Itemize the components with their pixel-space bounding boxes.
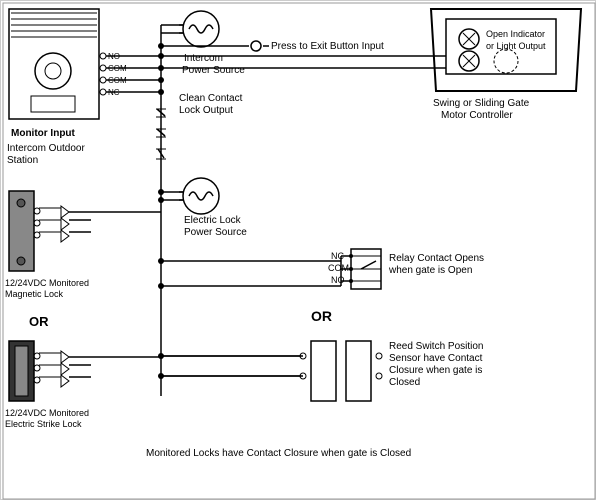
wiring-diagram: NO COM COM NC Monitor Input Intercom Out… — [0, 0, 596, 500]
svg-text:Relay Contact Opens: Relay Contact Opens — [389, 253, 484, 264]
svg-text:Electric Strike Lock: Electric Strike Lock — [5, 419, 82, 429]
svg-text:NO: NO — [331, 275, 345, 285]
svg-text:Lock Output: Lock Output — [179, 105, 233, 116]
svg-text:Open Indicator: Open Indicator — [486, 29, 545, 39]
svg-text:OR: OR — [29, 314, 49, 329]
svg-text:Reed Switch Position: Reed Switch Position — [389, 341, 484, 352]
svg-text:OR: OR — [311, 308, 332, 324]
svg-text:Magnetic Lock: Magnetic Lock — [5, 289, 64, 299]
svg-text:12/24VDC Monitored: 12/24VDC Monitored — [5, 278, 89, 288]
svg-text:Intercom: Intercom — [184, 53, 223, 64]
svg-text:Power Source: Power Source — [182, 65, 245, 76]
svg-text:Swing or Sliding Gate: Swing or Sliding Gate — [433, 98, 530, 109]
svg-text:Power Source: Power Source — [184, 227, 247, 238]
svg-text:12/24VDC Monitored: 12/24VDC Monitored — [5, 408, 89, 418]
svg-text:Closure when gate is: Closure when gate is — [389, 365, 482, 376]
svg-text:Intercom Outdoor: Intercom Outdoor — [7, 143, 85, 154]
svg-text:Monitored Locks have Contact C: Monitored Locks have Contact Closure whe… — [146, 448, 411, 459]
svg-text:Monitor Input: Monitor Input — [11, 128, 76, 139]
svg-text:Sensor have Contact: Sensor have Contact — [389, 353, 483, 364]
svg-text:Closed: Closed — [389, 377, 420, 388]
svg-text:Press to Exit Button Input: Press to Exit Button Input — [271, 41, 384, 52]
svg-text:when gate is Open: when gate is Open — [388, 265, 472, 276]
svg-text:COM: COM — [328, 263, 349, 273]
svg-text:Electric Lock: Electric Lock — [184, 215, 242, 226]
svg-text:Station: Station — [7, 155, 38, 166]
svg-text:or Light Output: or Light Output — [486, 41, 546, 51]
svg-text:Motor Controller: Motor Controller — [441, 110, 513, 121]
svg-text:Clean Contact: Clean Contact — [179, 93, 243, 104]
